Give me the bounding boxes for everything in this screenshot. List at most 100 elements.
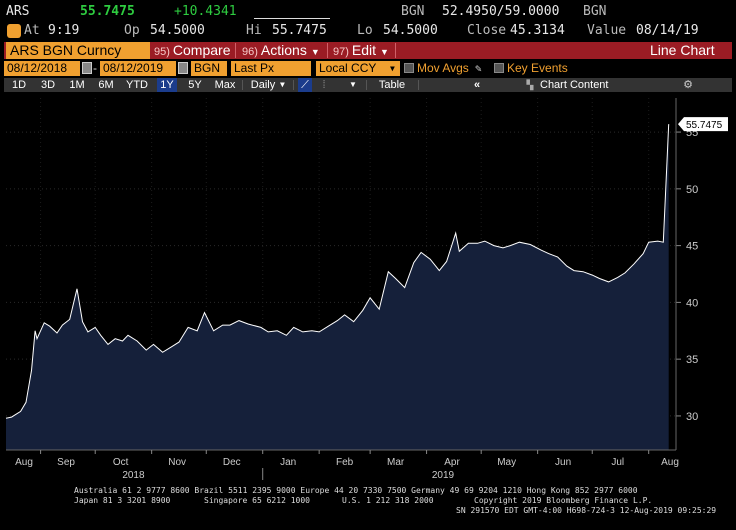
calendar-icon[interactable] bbox=[82, 62, 92, 74]
actions-label: Actions bbox=[260, 42, 307, 58]
year-label: 2019 bbox=[432, 470, 455, 481]
currency-select[interactable]: Local CCY bbox=[316, 61, 400, 76]
y-tick-label: 40 bbox=[686, 297, 698, 309]
footer-singapore: Singapore 65 6212 1000 bbox=[204, 496, 310, 505]
price-chart[interactable]: 303540455055 Aug Sep Oct Nov Dec Jan Feb Mar Apr… bbox=[0, 92, 736, 486]
at-label: At bbox=[24, 23, 40, 38]
last-price: 55.7475 bbox=[80, 4, 135, 19]
range-1m-button[interactable]: 1M bbox=[67, 78, 87, 92]
close-label: Close bbox=[467, 23, 507, 38]
x-tick-label: Mar bbox=[387, 457, 405, 468]
price-area bbox=[6, 124, 669, 450]
y-tick-label: 45 bbox=[686, 241, 698, 253]
range-1y-button[interactable]: 1Y bbox=[157, 78, 177, 92]
range-separator bbox=[366, 80, 367, 90]
chart-content-button[interactable]: Chart Content bbox=[540, 78, 616, 92]
quote-source-2: BGN bbox=[583, 4, 607, 19]
at-time: 9:19 bbox=[48, 23, 80, 38]
y-axis: 303540455055 bbox=[675, 98, 698, 450]
actions-dropdown-icon: ▼ bbox=[310, 47, 320, 57]
last-value-marker: 55.7475 bbox=[678, 117, 728, 132]
bid-ask: 52.4950/59.0000 bbox=[442, 4, 560, 19]
x-tick-label: Jun bbox=[555, 457, 571, 468]
quote-source: BGN bbox=[401, 4, 425, 19]
footer-copyright: Copyright 2019 Bloomberg Finance L.P. bbox=[474, 496, 653, 505]
calendar-icon[interactable] bbox=[178, 62, 188, 74]
close-value: 45.3134 bbox=[510, 23, 565, 38]
x-tick-label: Jan bbox=[280, 457, 296, 468]
pencil-icon[interactable]: ✎ bbox=[475, 61, 482, 76]
table-button[interactable]: Table bbox=[370, 78, 414, 92]
x-tick-label: Oct bbox=[113, 457, 129, 468]
x-tick-label: Nov bbox=[168, 457, 186, 468]
range-separator bbox=[293, 80, 294, 90]
line-chart-icon[interactable]: ⟋ bbox=[298, 78, 312, 92]
x-tick-label: Aug bbox=[15, 457, 33, 468]
x-tick-label: May bbox=[497, 457, 516, 468]
currency-dropdown-icon: ▼ bbox=[390, 64, 395, 73]
menu-separator bbox=[395, 43, 396, 58]
price-change: +10.4341 bbox=[174, 4, 237, 19]
range-ytd-button[interactable]: YTD bbox=[124, 78, 150, 92]
footer-us: U.S. 1 212 318 2000 bbox=[342, 496, 434, 505]
range-6m-button[interactable]: 6M bbox=[96, 78, 116, 92]
range-separator bbox=[242, 80, 243, 90]
compare-label: Compare bbox=[172, 42, 231, 58]
y-tick-label: 30 bbox=[686, 411, 698, 423]
range-bar: 1D 3D 1M 6M YTD 1Y 5Y Max Daily ▼ ⟋ ⁞ ▼ … bbox=[4, 78, 732, 92]
x-tick-label: Feb bbox=[336, 457, 354, 468]
key-events-label[interactable]: Key Events bbox=[507, 61, 568, 76]
key-events-checkbox[interactable] bbox=[494, 63, 504, 73]
clock-icon bbox=[7, 24, 21, 38]
settings-gear-icon[interactable]: ⚙ bbox=[682, 78, 694, 92]
range-max-button[interactable]: Max bbox=[212, 78, 238, 92]
compare-menu[interactable]: 95) Compare bbox=[154, 42, 231, 59]
x-tick-label: Dec bbox=[223, 457, 241, 468]
range-1d-button[interactable]: 1D bbox=[10, 78, 28, 92]
candle-chart-icon[interactable]: ⁞ bbox=[318, 78, 330, 92]
edit-label: Edit bbox=[351, 42, 377, 58]
ticker: ARS bbox=[6, 4, 30, 19]
frequency-dropdown-icon[interactable]: ▼ bbox=[280, 78, 285, 92]
footer-phones: Australia 61 2 9777 8600 Brazil 5511 239… bbox=[74, 486, 638, 495]
chart-controls: 08/12/2018 - 08/12/2019 BGN Last Px Loca… bbox=[4, 61, 732, 77]
end-date-field[interactable]: 08/12/2019 bbox=[100, 61, 176, 76]
y-tick-label: 35 bbox=[686, 354, 698, 366]
date-dash: - bbox=[93, 61, 97, 75]
menu-separator bbox=[327, 43, 328, 58]
low-value: 54.5000 bbox=[383, 23, 438, 38]
x-tick-label: Aug bbox=[661, 457, 679, 468]
open-label: Op bbox=[124, 23, 140, 38]
x-tick-label: Apr bbox=[444, 457, 460, 468]
value-date: 08/14/19 bbox=[636, 23, 699, 38]
start-date-field[interactable]: 08/12/2018 bbox=[4, 61, 80, 76]
input-underline[interactable] bbox=[254, 18, 330, 19]
security-field[interactable]: ARS BGN Curncy bbox=[6, 42, 150, 59]
footer-session: SN 291570 EDT GMT-4:00 H698-724-3 12-Aug… bbox=[456, 506, 717, 515]
chart-style-dropdown-icon[interactable]: ▼ bbox=[348, 78, 358, 92]
mov-avgs-checkbox[interactable] bbox=[404, 63, 414, 73]
range-separator bbox=[418, 80, 419, 90]
y-tick-label: 50 bbox=[686, 184, 698, 196]
chart-type-label[interactable]: Line Chart bbox=[650, 42, 715, 59]
compare-num: 95) bbox=[154, 46, 170, 58]
low-label: Lo bbox=[357, 23, 373, 38]
edit-menu[interactable]: 97) Edit ▼ bbox=[333, 42, 389, 59]
menu-bar: ARS BGN Curncy 95) Compare 96) Actions ▼ 97… bbox=[4, 42, 732, 59]
actions-menu[interactable]: 96) Actions ▼ bbox=[242, 42, 320, 59]
range-3d-button[interactable]: 3D bbox=[38, 78, 58, 92]
collapse-chevrons-icon[interactable]: « bbox=[470, 78, 484, 92]
value-label: Value bbox=[587, 23, 627, 38]
mov-avgs-label[interactable]: Mov Avgs bbox=[417, 61, 469, 76]
x-tick-label: Jul bbox=[611, 457, 624, 468]
last-value-label: 55.7475 bbox=[686, 120, 723, 131]
x-tick-label: Sep bbox=[57, 457, 75, 468]
source-field[interactable]: BGN bbox=[191, 61, 227, 76]
footer-japan: Japan 81 3 3201 8900 bbox=[74, 496, 171, 505]
year-label: 2018 bbox=[122, 470, 145, 481]
frequency-select[interactable]: Daily bbox=[246, 78, 280, 92]
field-select[interactable]: Last Px bbox=[231, 61, 311, 76]
actions-num: 96) bbox=[242, 46, 258, 58]
x-axis: Aug Sep Oct Nov Dec Jan Feb Mar Apr May Jun Jul Aug 2… bbox=[6, 449, 679, 481]
range-5y-button[interactable]: 5Y bbox=[185, 78, 205, 92]
